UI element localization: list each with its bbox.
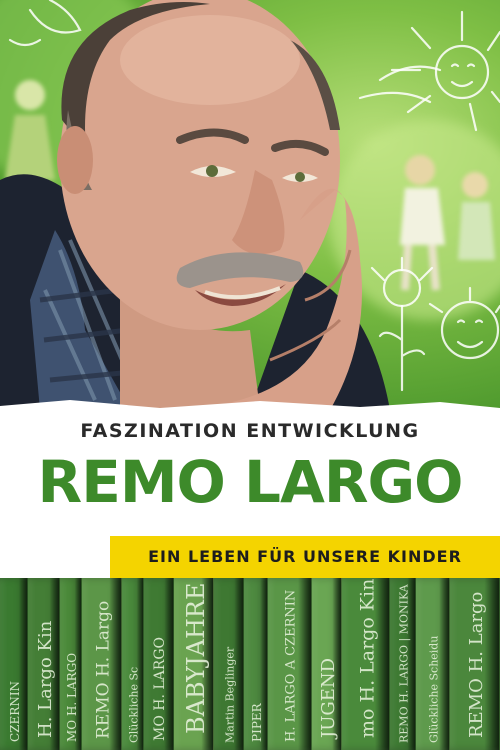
book-spine-title: JUGEND [317,657,339,738]
book-spine-title: Martin Beglinger [223,646,236,743]
poster-tagline: EIN LEBEN FÜR UNSERE KINDER [148,547,462,566]
book-spine-title: Glückliche Sc [127,666,140,743]
book-spine: REMO H. Largo [82,578,122,750]
book-spine: REMO H. Largo [450,578,500,750]
book-spine: MO H. LARGO [144,578,174,750]
movie-poster: FASZINATION ENTWICKLUNG REMO LARGO EIN L… [0,0,500,750]
book-spine: Glückliche Sc [122,578,144,750]
book-spine: H. Largo Kin [28,578,60,750]
book-spine: JUGEND [312,578,342,750]
book-spine-title: H. LARGO A CZERNIN [283,589,298,742]
book-spine-title: CZERNIN [7,680,22,742]
book-spines: CZERNIN H. Largo Kin MO H. LARGO REMO H. La… [0,578,500,750]
book-spine-title: MO H. LARGO [151,637,168,741]
book-spine: Glückliche Scheidu [416,578,450,750]
book-spine-title: REMO H. LARGO | MONIKA [397,583,410,743]
book-spine: REMO H. LARGO | MONIKA [390,578,416,750]
book-spine-title: REMO H. Largo [465,591,487,738]
book-spine: MO H. LARGO [60,578,82,750]
book-spine: PIPER [244,578,268,750]
poster-photo [0,0,500,410]
book-spine-title: H. Largo Kin [34,620,56,738]
book-spine-title: REMO H. Largo [93,600,113,739]
book-spine-title: BABYJAHRE [181,582,210,735]
book-spine: mo H. Largo Kind [342,578,390,750]
poster-supertitle: FASZINATION ENTWICKLUNG [80,420,420,442]
book-spine: BABYJAHRE [174,578,214,750]
remo-largo-portrait [0,0,390,410]
book-spine: H. LARGO A CZERNIN [268,578,312,750]
book-spine-title: Glückliche Scheidu [427,635,440,743]
book-spine-title: mo H. Largo Kind [356,578,378,738]
poster-title: REMO LARGO [37,448,464,516]
book-spine-title: MO H. LARGO [64,652,79,742]
book-spine: Martin Beglinger [214,578,244,750]
book-spine: CZERNIN [0,578,28,750]
book-spine-title: PIPER [249,703,264,742]
